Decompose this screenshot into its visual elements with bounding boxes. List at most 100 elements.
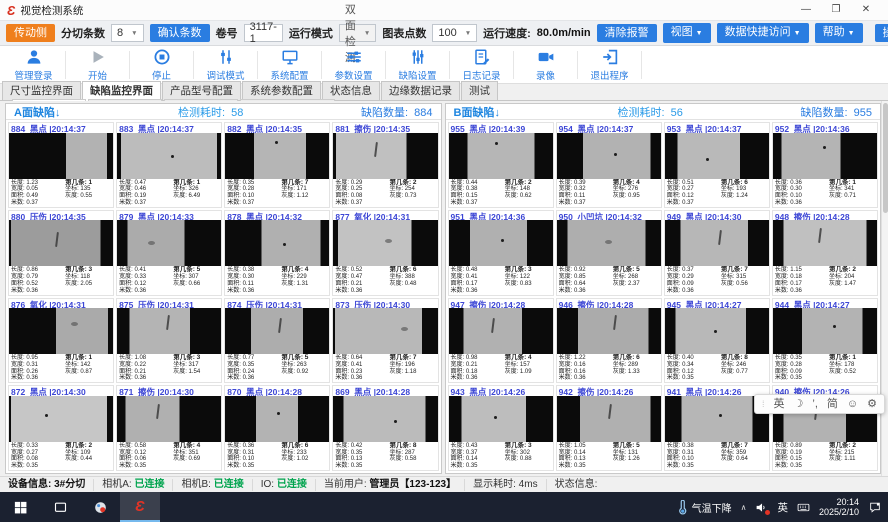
defect-card[interactable]: 871 擦伤 |20:14:30长度: 0.58宽度: 0.12面积: 0.06…	[116, 385, 222, 471]
defect-card-header: 883 黑点 |20:14:37	[117, 123, 221, 133]
speed-value: 80.0m/min	[537, 27, 591, 39]
defect-card[interactable]: 883 黑点 |20:14:37长度: 0.47宽度: 0.46面积: 0.19…	[116, 122, 222, 208]
ime-lang-toggle[interactable]: 英	[774, 395, 785, 413]
defect-settings-button[interactable]: 缺陷设置	[386, 48, 449, 82]
stop-button[interactable]: 停止	[130, 48, 193, 82]
defect-card[interactable]: 950 小凹坑 |20:14:32长度: 0.92宽度: 0.85面积: 0.6…	[556, 210, 662, 296]
parameter-settings-button[interactable]: 参数设置	[322, 48, 385, 82]
taskbar-clock[interactable]: 20:14 2025/2/10	[819, 497, 859, 518]
ime-settings-gear-icon[interactable]: ⚙	[867, 395, 877, 413]
defect-card[interactable]: 944 黑点 |20:14:27长度: 0.35宽度: 0.28面积: 0.09…	[772, 298, 878, 384]
defect-card[interactable]: 943 黑点 |20:14:26长度: 0.43宽度: 0.37面积: 0.14…	[448, 385, 554, 471]
tray-expand-chevron-icon[interactable]: ∧	[741, 503, 747, 512]
tab-status-info[interactable]: 状态信息	[322, 81, 380, 100]
defect-card[interactable]: 945 黑点 |20:14:27长度: 0.40宽度: 0.34面积: 0.12…	[664, 298, 770, 384]
roll-number-input[interactable]: 3117-1	[244, 24, 283, 42]
view-menu-button[interactable]: 视图 ▼	[663, 23, 711, 43]
defect-card[interactable]: 874 压伤 |20:14:31长度: 0.77宽度: 0.35面积: 0.24…	[224, 298, 330, 384]
data-quick-access-button[interactable]: 数据快捷访问 ▼	[717, 23, 809, 43]
defect-card[interactable]: 879 黑点 |20:14:33长度: 0.41宽度: 0.33面积: 0.12…	[116, 210, 222, 296]
defect-card[interactable]: 948 擦伤 |20:14:28长度: 1.15宽度: 0.18面积: 0.17…	[772, 210, 878, 296]
ime-punctuation-toggle[interactable]: ’,	[812, 395, 818, 413]
defect-card-header: 869 黑点 |20:14:28	[333, 386, 437, 396]
scrollbar-thumb[interactable]	[883, 103, 888, 213]
status-message: 状态信息:	[547, 479, 606, 491]
defect-card-header: 948 擦伤 |20:14:28	[773, 211, 877, 221]
drive-side-button[interactable]: 传动侧	[6, 24, 55, 42]
taskbar-active-app-button[interactable]: Ɛ	[120, 492, 160, 522]
defect-image	[333, 220, 437, 266]
defect-card[interactable]: 942 擦伤 |20:14:26长度: 1.05宽度: 0.14面积: 0.13…	[556, 385, 662, 471]
defect-card[interactable]: 953 黑点 |20:14:37长度: 0.51宽度: 0.27面积: 0.12…	[664, 122, 770, 208]
exit-program-button[interactable]: 退出程序	[578, 48, 641, 82]
taskbar-app-button[interactable]	[80, 492, 120, 522]
defect-image	[117, 133, 221, 179]
strip-count-select[interactable]: 8▼	[111, 24, 144, 42]
start-button[interactable]: 开始	[66, 48, 129, 82]
tab-edge-data-record[interactable]: 边缘数据记录	[381, 81, 460, 100]
ime-toolbar[interactable]: ⁞ 英 ☽ ’, 简 ☺ ⚙	[754, 394, 885, 414]
minimize-button[interactable]: —	[791, 0, 821, 20]
defect-card[interactable]: 946 擦伤 |20:14:28长度: 1.22宽度: 0.16面积: 0.16…	[556, 298, 662, 384]
defect-card[interactable]: 949 黑点 |20:14:30长度: 0.37宽度: 0.29面积: 0.09…	[664, 210, 770, 296]
defect-card[interactable]: 873 压伤 |20:14:30长度: 0.64宽度: 0.41面积: 0.23…	[332, 298, 438, 384]
defect-card-header: 879 黑点 |20:14:33	[117, 211, 221, 221]
defect-card[interactable]: 882 黑点 |20:14:35长度: 0.35宽度: 0.28面积: 0.10…	[224, 122, 330, 208]
log-record-button[interactable]: 日志记录	[450, 48, 513, 82]
defect-card[interactable]: 870 黑点 |20:14:28长度: 0.36宽度: 0.31面积: 0.10…	[224, 385, 330, 471]
system-config-button[interactable]: 系统配置	[258, 48, 321, 82]
chart-points-select[interactable]: 100▼	[432, 24, 477, 42]
tab-defect-monitor[interactable]: 缺陷监控界面	[82, 81, 161, 101]
defect-card[interactable]: 952 黑点 |20:14:36长度: 0.36宽度: 0.30面积: 0.10…	[772, 122, 878, 208]
defect-card-info: 长度: 0.40宽度: 0.34面积: 0.12米数: 0.35第几条: 8坐标…	[665, 354, 769, 382]
defect-card[interactable]: 881 擦伤 |20:14:35长度: 0.29宽度: 0.25面积: 0.08…	[332, 122, 438, 208]
start-menu-button[interactable]	[0, 492, 40, 522]
defect-mark	[605, 240, 612, 244]
defect-card[interactable]: 954 黑点 |20:14:37长度: 0.39宽度: 0.32面积: 0.11…	[556, 122, 662, 208]
ime-halfwidth-moon-icon[interactable]: ☽	[794, 395, 804, 413]
defect-card-header: 947 擦伤 |20:14:28	[449, 299, 553, 309]
defect-image	[557, 308, 661, 354]
maximize-button[interactable]: ❐	[821, 0, 851, 20]
defect-card[interactable]: 880 压伤 |20:14:35长度: 0.86宽度: 0.79面积: 0.52…	[8, 210, 114, 296]
action-center-button[interactable]	[868, 501, 882, 514]
operator-side-button[interactable]: 操作侧	[875, 24, 888, 42]
defect-card[interactable]: 869 黑点 |20:14:28长度: 0.42宽度: 0.35面积: 0.13…	[332, 385, 438, 471]
defect-card[interactable]: 884 黑点 |20:14:37长度: 1.23宽度: 0.05面积: 0.49…	[8, 122, 114, 208]
defect-card[interactable]: 875 压伤 |20:14:31长度: 1.08宽度: 0.22面积: 0.21…	[116, 298, 222, 384]
task-view-button[interactable]	[40, 492, 80, 522]
speed-label: 运行速度:	[483, 25, 531, 41]
defect-card[interactable]: 951 黑点 |20:14:36长度: 0.48宽度: 0.41面积: 0.17…	[448, 210, 554, 296]
defect-card[interactable]: 955 黑点 |20:14:39长度: 0.44宽度: 0.38面积: 0.15…	[448, 122, 554, 208]
status-device: 设备信息: 3#分切	[0, 479, 94, 491]
confirm-strips-button[interactable]: 确认条数	[150, 24, 210, 42]
touch-keyboard-button[interactable]	[797, 501, 810, 514]
panel-b-detect-time: 检测耗时: 56	[500, 104, 801, 120]
defect-mark	[45, 414, 48, 417]
defect-card[interactable]: 872 黑点 |20:14:30长度: 0.33宽度: 0.27面积: 0.08…	[8, 385, 114, 471]
defect-card[interactable]: 947 擦伤 |20:14:28长度: 0.98宽度: 0.21面积: 0.18…	[448, 298, 554, 384]
defect-card[interactable]: 876 氧化 |20:14:31长度: 0.95宽度: 0.31面积: 0.26…	[8, 298, 114, 384]
help-menu-button[interactable]: 帮助 ▼	[815, 23, 863, 43]
run-mode-select[interactable]: 双面检测▼	[339, 24, 376, 42]
tab-test[interactable]: 测试	[461, 81, 498, 100]
debug-mode-button[interactable]: 调试模式	[194, 48, 257, 82]
admin-login-button[interactable]: 管理登录	[2, 48, 65, 82]
play-icon	[89, 48, 107, 66]
tab-system-param-config[interactable]: 系统参数配置	[242, 81, 321, 100]
video-record-button[interactable]: 录像	[514, 48, 577, 82]
weather-widget[interactable]: 气温下降	[677, 500, 732, 515]
defect-card[interactable]: 877 氧化 |20:14:31长度: 0.52宽度: 0.47面积: 0.21…	[332, 210, 438, 296]
defect-image	[557, 396, 661, 442]
volume-button[interactable]	[755, 501, 768, 514]
ime-simplified-toggle[interactable]: 简	[827, 395, 838, 413]
vertical-scrollbar[interactable]	[881, 101, 888, 476]
defect-card-info: 长度: 0.43宽度: 0.37面积: 0.14米数: 0.35第几条: 3坐标…	[449, 442, 553, 470]
tab-product-model-config[interactable]: 产品型号配置	[162, 81, 241, 100]
close-button[interactable]: ✕	[851, 0, 881, 20]
ime-language-indicator[interactable]: 英	[777, 500, 788, 515]
tab-size-monitor[interactable]: 尺寸监控界面	[2, 81, 81, 100]
defect-card[interactable]: 878 黑点 |20:14:32长度: 0.38宽度: 0.30面积: 0.11…	[224, 210, 330, 296]
ime-emoji-icon[interactable]: ☺	[847, 395, 858, 413]
clear-alarm-button[interactable]: 清除报警	[597, 24, 657, 42]
